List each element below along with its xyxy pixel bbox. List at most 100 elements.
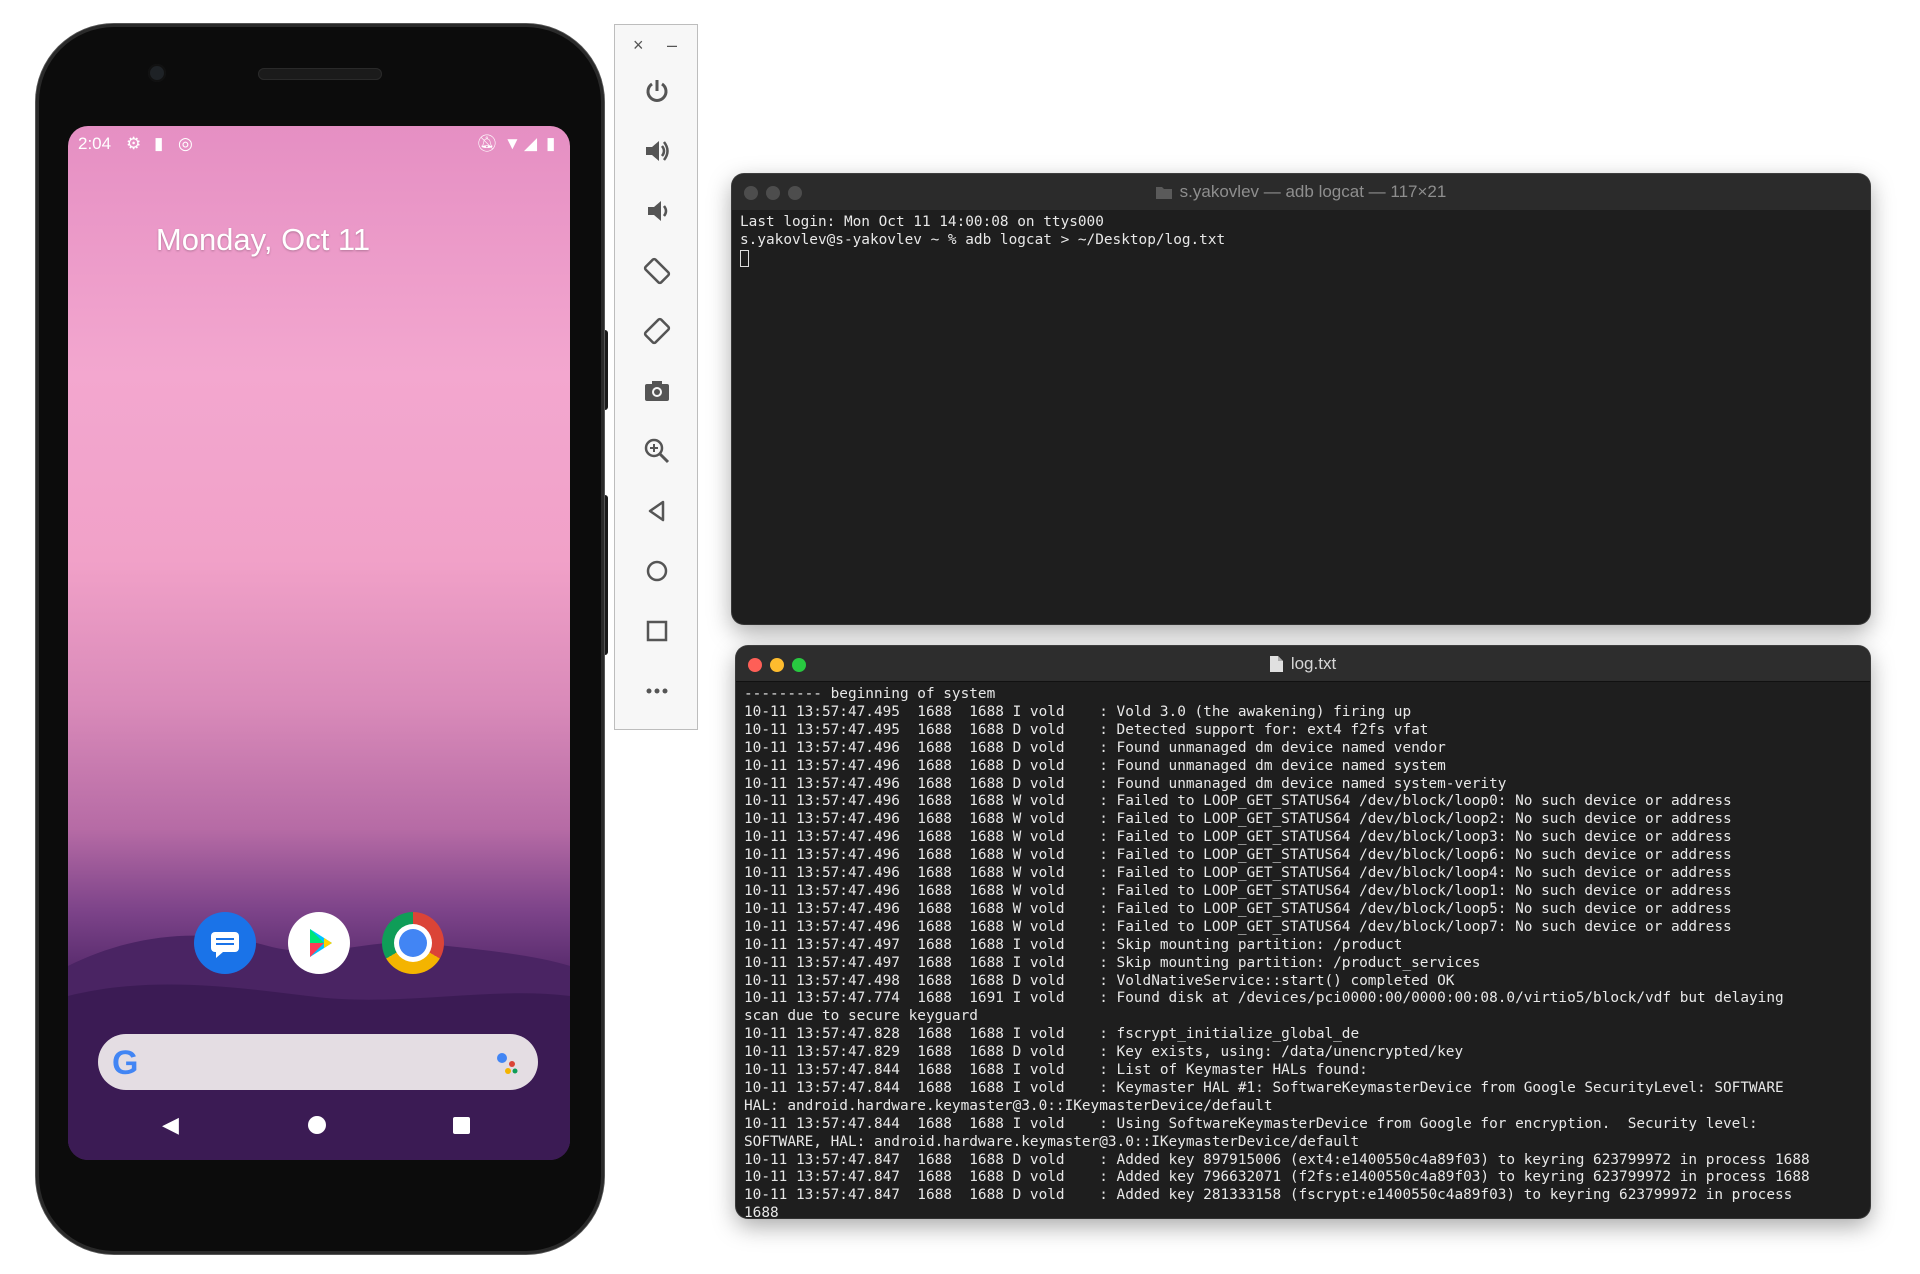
settings-status-icon: ⚙ [126, 134, 142, 153]
more-icon [646, 688, 668, 694]
notifications-off-icon: 🔕︎ [476, 134, 498, 153]
log-line: 10-11 13:57:47.496 1688 1688 W vold : Fa… [744, 882, 1732, 899]
text-cursor [740, 249, 749, 267]
close-window-icon[interactable] [744, 186, 758, 200]
back-button[interactable] [635, 489, 679, 533]
wifi-icon: ▼ [504, 134, 521, 153]
log-line: HAL: android.hardware.keymaster@3.0::IKe… [744, 1097, 1273, 1114]
minimize-window-icon[interactable] [766, 186, 780, 200]
volume-up-button[interactable] [635, 129, 679, 173]
zoom-window-icon[interactable] [792, 658, 806, 672]
phone-screen[interactable]: 2:04 ⚙ ▮ ◎ 🔕︎ ▼ ◢ ▮ Monday, Oct 11 G ◀ [68, 126, 570, 1160]
more-button[interactable] [635, 669, 679, 713]
camera-icon [645, 381, 669, 401]
log-line: scan due to secure keyguard [744, 1008, 978, 1025]
chrome-icon [399, 929, 427, 957]
log-line: 10-11 13:57:47.496 1688 1688 W vold : Fa… [744, 847, 1732, 864]
sync-status-icon: ◎ [178, 134, 193, 153]
log-line: 10-11 13:57:47.844 1688 1688 I vold : Us… [744, 1115, 1758, 1132]
log-line: 10-11 13:57:47.496 1688 1688 D vold : Fo… [744, 739, 1446, 756]
power-button[interactable] [635, 69, 679, 113]
terminal-line: s.yakovlev@s-yakovlev ~ % adb logcat > ~… [740, 231, 1226, 248]
terminal-title: s.yakovlev — adb logcat — 117×21 [1179, 182, 1447, 201]
folder-icon [1155, 187, 1172, 199]
log-line: 10-11 13:57:47.496 1688 1688 D vold : Fo… [744, 775, 1507, 792]
back-icon [648, 500, 665, 522]
log-line: 1688 [744, 1205, 779, 1218]
log-file-title: log.txt [1290, 653, 1337, 673]
emulator-toolbar: × – [614, 24, 698, 730]
google-assistant-icon[interactable] [494, 1050, 520, 1076]
screenshot-button[interactable] [635, 369, 679, 413]
volume-up-icon [646, 141, 669, 161]
document-icon [1269, 655, 1283, 672]
log-line: 10-11 13:57:47.847 1688 1688 D vold : Ad… [744, 1169, 1810, 1186]
log-line: 10-11 13:57:47.774 1688 1691 I vold : Fo… [744, 990, 1784, 1007]
play-store-app-icon[interactable] [288, 912, 350, 974]
home-date: Monday, Oct 11 [155, 222, 371, 257]
terminal-window[interactable]: s.yakovlev — adb logcat — 117×21 Last lo… [732, 174, 1870, 624]
power-icon [646, 80, 668, 102]
battery-icon: ▮ [546, 134, 556, 153]
zoom-button[interactable] [635, 429, 679, 473]
zoom-window-icon[interactable] [788, 186, 802, 200]
volume-down-icon [648, 201, 668, 221]
google-search-bar[interactable]: G [98, 1034, 538, 1090]
log-line: 10-11 13:57:47.496 1688 1688 D vold : Fo… [744, 757, 1446, 774]
overview-button[interactable] [635, 609, 679, 653]
front-camera [148, 64, 166, 82]
log-line: 10-11 13:57:47.828 1688 1688 I vold : fs… [744, 1026, 1360, 1043]
terminal-titlebar[interactable]: s.yakovlev — adb logcat — 117×21 [732, 174, 1870, 210]
log-line: 10-11 13:57:47.496 1688 1688 W vold : Fa… [744, 918, 1732, 935]
minimize-icon[interactable]: – [667, 35, 677, 56]
chrome-app-icon[interactable] [382, 912, 444, 974]
log-line: 10-11 13:57:47.498 1688 1688 D vold : Vo… [744, 972, 1455, 989]
terminal-line: Last login: Mon Oct 11 14:00:08 on ttys0… [740, 214, 1104, 230]
log-line: 10-11 13:57:47.847 1688 1688 D vold : Ad… [744, 1187, 1793, 1204]
status-time: 2:04 [78, 134, 112, 153]
log-file-window[interactable]: log.txt --------- beginning of system 10-… [736, 646, 1870, 1218]
home-icon [646, 560, 668, 582]
log-line: 10-11 13:57:47.496 1688 1688 W vold : Fa… [744, 865, 1732, 882]
log-line: 10-11 13:57:47.844 1688 1688 I vold : Li… [744, 1062, 1368, 1079]
log-line: 10-11 13:57:47.496 1688 1688 W vold : Fa… [744, 900, 1732, 917]
rotate-right-icon [643, 317, 671, 345]
volume-down-button[interactable] [635, 189, 679, 233]
home-button[interactable] [635, 549, 679, 593]
nav-home-icon[interactable] [308, 1116, 326, 1134]
window-controls [748, 658, 806, 672]
log-line: 10-11 13:57:47.495 1688 1688 I vold : Vo… [744, 703, 1412, 720]
nav-back-icon[interactable]: ◀ [162, 1112, 179, 1138]
rotate-right-button[interactable] [635, 309, 679, 353]
nav-recents-icon[interactable] [453, 1117, 470, 1134]
sd-card-status-icon: ▮ [154, 134, 164, 153]
log-file-titlebar[interactable]: log.txt [736, 646, 1870, 682]
overview-icon [646, 620, 668, 642]
earpiece-speaker [258, 68, 382, 80]
log-line: 10-11 13:57:47.496 1688 1688 W vold : Fa… [744, 793, 1732, 810]
log-file-content[interactable]: --------- beginning of system 10-11 13:57… [736, 682, 1870, 1218]
log-line: --------- beginning of system [744, 686, 996, 702]
log-line: 10-11 13:57:47.829 1688 1688 D vold : Ke… [744, 1044, 1464, 1061]
minimize-window-icon[interactable] [770, 658, 784, 672]
close-icon[interactable]: × [633, 35, 644, 56]
terminal-output[interactable]: Last login: Mon Oct 11 14:00:08 on ttys0… [732, 210, 1870, 274]
rotate-left-icon [643, 257, 671, 285]
play-store-icon [310, 929, 332, 957]
log-line: 10-11 13:57:47.497 1688 1688 I vold : Sk… [744, 954, 1481, 971]
log-line: 10-11 13:57:47.497 1688 1688 I vold : Sk… [744, 936, 1403, 953]
log-line: 10-11 13:57:47.496 1688 1688 W vold : Fa… [744, 811, 1732, 828]
log-line: 10-11 13:57:47.847 1688 1688 D vold : Ad… [744, 1151, 1810, 1168]
close-window-icon[interactable] [748, 658, 762, 672]
messages-app-icon[interactable] [194, 912, 256, 974]
log-line: SOFTWARE, HAL: android.hardware.keymaste… [744, 1133, 1360, 1150]
log-line: 10-11 13:57:47.844 1688 1688 I vold : Ke… [744, 1079, 1784, 1096]
rotate-left-button[interactable] [635, 249, 679, 293]
google-logo-icon: G [112, 1044, 139, 1082]
signal-icon: ◢ [524, 134, 538, 153]
messages-icon [211, 932, 239, 958]
window-controls [744, 186, 802, 200]
log-line: 10-11 13:57:47.496 1688 1688 W vold : Fa… [744, 829, 1732, 846]
log-line: 10-11 13:57:47.495 1688 1688 D vold : De… [744, 721, 1429, 738]
zoom-icon [644, 438, 670, 464]
